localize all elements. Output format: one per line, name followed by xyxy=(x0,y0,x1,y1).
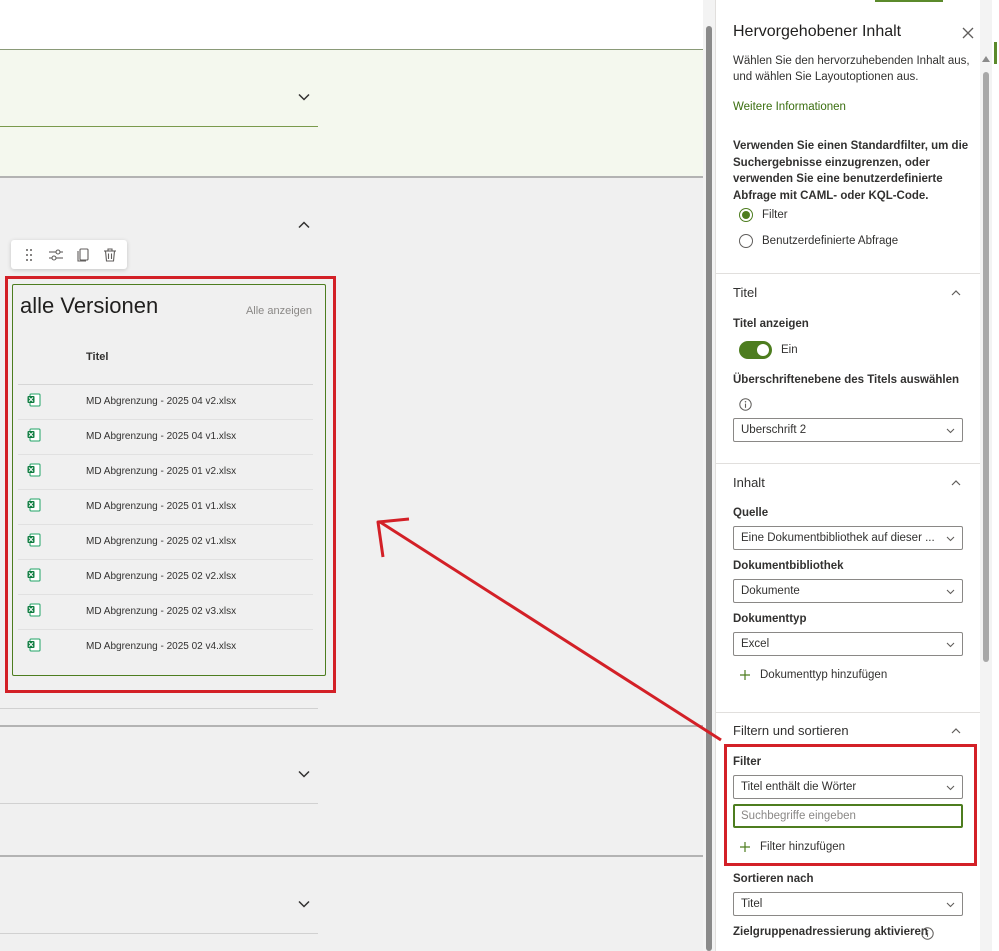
radio-custom-query-label: Benutzerdefinierte Abfrage xyxy=(762,235,899,247)
show-title-label: Titel anzeigen xyxy=(733,318,809,330)
top-accent xyxy=(875,0,943,2)
audience-targeting-label: Zielgruppenadressierung aktivieren xyxy=(733,926,928,938)
duplicate-icon[interactable] xyxy=(72,244,94,266)
chevron-up-icon[interactable] xyxy=(950,287,962,299)
annotation-highlight-filter xyxy=(724,744,977,866)
group-divider xyxy=(716,463,980,464)
pane-description: Wählen Sie den hervorzuhebenden Inhalt a… xyxy=(733,55,970,83)
doctype-dropdown[interactable]: Excel xyxy=(733,632,963,656)
chevron-down-icon xyxy=(946,587,955,596)
library-dropdown[interactable]: Dokumente xyxy=(733,579,963,603)
library-label: Dokumentbibliothek xyxy=(733,560,844,572)
canvas-scrollbar[interactable] xyxy=(703,0,715,951)
scroll-up-arrow-icon[interactable] xyxy=(982,56,990,62)
sort-by-label: Sortieren nach xyxy=(733,873,814,885)
sort-by-dropdown[interactable]: Titel xyxy=(733,892,963,916)
doctype-value: Excel xyxy=(741,638,770,650)
section-divider xyxy=(0,933,318,934)
chevron-down-icon xyxy=(946,900,955,909)
heading-level-label: Überschriftenebene des Titels auswählen xyxy=(733,374,960,386)
radio-custom-query[interactable] xyxy=(739,234,753,248)
chevron-up-icon[interactable] xyxy=(297,218,311,232)
page-canvas: alle Versionen Alle anzeigen Titel MD Ab… xyxy=(0,0,703,951)
delete-icon[interactable] xyxy=(99,244,121,266)
section-divider xyxy=(0,708,318,709)
source-label: Quelle xyxy=(733,507,769,519)
chevron-up-icon[interactable] xyxy=(950,477,962,489)
chevron-down-icon xyxy=(946,640,955,649)
radio-filter[interactable] xyxy=(739,208,753,222)
source-dropdown[interactable]: Eine Dokumentbibliothek auf dieser ... xyxy=(733,526,963,550)
pane-title: Hervorgehobener Inhalt xyxy=(733,23,902,40)
sort-by-value: Titel xyxy=(741,898,763,910)
section-collapsed-1[interactable] xyxy=(0,49,703,178)
heading-level-value: Überschrift 2 xyxy=(741,424,807,436)
section-collapsed-2[interactable] xyxy=(0,727,703,857)
annotation-highlight-webpart xyxy=(5,276,336,693)
section-divider xyxy=(0,126,318,127)
source-value: Eine Dokumentbibliothek auf dieser ... xyxy=(741,532,935,544)
doctype-label: Dokumenttyp xyxy=(733,613,807,625)
info-icon[interactable] xyxy=(739,398,752,411)
library-value: Dokumente xyxy=(741,585,800,597)
more-info-link[interactable]: Weitere Informationen xyxy=(733,101,846,113)
pane-scrollbar[interactable] xyxy=(980,0,992,951)
drag-handle-icon[interactable] xyxy=(18,244,40,266)
radio-filter-option[interactable]: Filter xyxy=(739,208,788,222)
info-icon[interactable] xyxy=(921,927,934,940)
chevron-down-icon[interactable] xyxy=(297,897,311,911)
section-collapsed-3[interactable] xyxy=(0,857,703,951)
group-divider xyxy=(716,273,980,274)
edit-properties-icon[interactable] xyxy=(45,244,67,266)
section-divider xyxy=(0,803,318,804)
plus-icon xyxy=(739,669,751,681)
chevron-down-icon xyxy=(946,534,955,543)
show-title-toggle[interactable] xyxy=(739,341,772,359)
webpart-toolbar xyxy=(11,240,127,269)
pane-scrollbar-thumb[interactable] xyxy=(983,72,989,662)
add-doctype-button[interactable]: Dokumenttyp hinzufügen xyxy=(739,669,887,681)
add-doctype-label: Dokumenttyp hinzufügen xyxy=(760,669,888,681)
heading-level-dropdown[interactable]: Überschrift 2 xyxy=(733,418,963,442)
chevron-down-icon xyxy=(946,426,955,435)
content-group-heading[interactable]: Inhalt xyxy=(733,475,765,490)
group-divider xyxy=(716,712,980,713)
chevron-down-icon[interactable] xyxy=(297,767,311,781)
chevron-down-icon[interactable] xyxy=(297,90,311,104)
group-title-heading[interactable]: Titel xyxy=(733,285,757,300)
close-icon[interactable] xyxy=(961,26,975,40)
show-title-toggle-state: Ein xyxy=(781,344,798,356)
radio-filter-label: Filter xyxy=(762,209,788,221)
chevron-up-icon[interactable] xyxy=(950,725,962,737)
radio-custom-query-option[interactable]: Benutzerdefinierte Abfrage xyxy=(739,234,898,248)
edge-accent xyxy=(994,42,997,64)
filter-info-text: Verwenden Sie einen Standardfilter, um d… xyxy=(733,140,969,202)
canvas-scrollbar-thumb[interactable] xyxy=(706,26,712,951)
filter-sort-group-heading[interactable]: Filtern und sortieren xyxy=(733,723,849,738)
